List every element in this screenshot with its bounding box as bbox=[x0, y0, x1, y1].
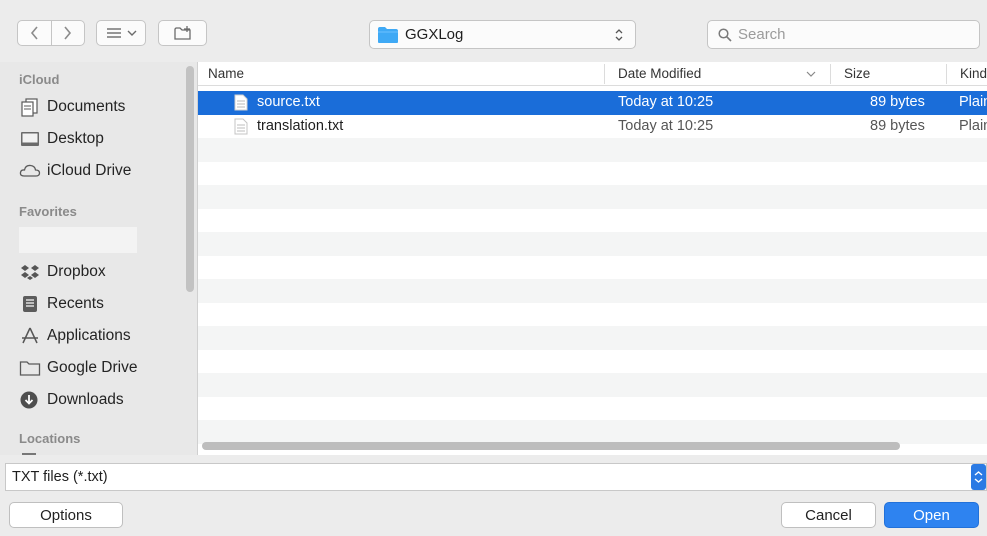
list-view-icon bbox=[106, 28, 121, 38]
desktop-icon bbox=[21, 132, 39, 146]
updown-arrows-icon bbox=[974, 471, 983, 483]
options-button[interactable]: Options bbox=[9, 502, 123, 528]
view-options-button[interactable] bbox=[96, 20, 146, 46]
cancel-button[interactable]: Cancel bbox=[781, 502, 876, 528]
new-folder-button[interactable] bbox=[158, 20, 207, 46]
location-popup[interactable]: GGXLog bbox=[369, 20, 636, 49]
sidebar-item-label: Desktop bbox=[47, 130, 104, 147]
sidebar-item-label: Applications bbox=[47, 327, 131, 344]
search-placeholder: Search bbox=[738, 26, 786, 43]
documents-icon bbox=[21, 98, 38, 117]
column-kind[interactable]: Kind bbox=[960, 66, 987, 81]
file-date: Today at 10:25 bbox=[618, 117, 714, 134]
empty-row bbox=[198, 138, 987, 162]
horizontal-scrollbar[interactable] bbox=[202, 442, 900, 450]
sidebar-item-label: Documents bbox=[47, 98, 126, 115]
sidebar-item-label: iCloud Drive bbox=[47, 162, 132, 179]
file-name: source.txt bbox=[257, 94, 320, 110]
forward-button[interactable] bbox=[51, 21, 84, 45]
sidebar-item-dropbox[interactable]: Dropbox bbox=[19, 259, 106, 285]
back-button[interactable] bbox=[18, 21, 51, 45]
sidebar: iCloud Documents Desktop iCloud Drive Fa… bbox=[0, 62, 198, 455]
file-row[interactable]: source.txt Today at 10:25 89 bytes Plain bbox=[198, 91, 987, 115]
empty-row bbox=[198, 420, 987, 444]
sidebar-heading-locations: Locations bbox=[19, 431, 81, 446]
new-folder-icon bbox=[173, 26, 191, 40]
file-type-value: TXT files (*.txt) bbox=[12, 469, 108, 485]
column-divider[interactable] bbox=[604, 64, 605, 84]
search-field[interactable]: Search bbox=[707, 20, 980, 49]
column-header: Name Date Modified Size Kind bbox=[198, 62, 987, 86]
chevron-down-icon bbox=[127, 30, 136, 36]
column-divider[interactable] bbox=[830, 64, 831, 84]
sidebar-heading-icloud: iCloud bbox=[19, 72, 60, 87]
file-size: 89 bytes bbox=[870, 94, 925, 110]
file-type-select[interactable]: TXT files (*.txt) bbox=[5, 463, 987, 491]
location-item-partial bbox=[22, 453, 36, 455]
folder-icon bbox=[378, 27, 398, 43]
recents-icon bbox=[23, 296, 37, 312]
file-kind: Plain bbox=[959, 117, 987, 134]
file-type-stepper[interactable] bbox=[971, 464, 986, 490]
empty-row bbox=[198, 232, 987, 256]
sidebar-item-documents[interactable]: Documents bbox=[19, 94, 125, 120]
column-name[interactable]: Name bbox=[208, 66, 244, 81]
text-file-icon bbox=[234, 94, 248, 111]
column-divider[interactable] bbox=[946, 64, 947, 84]
file-name: translation.txt bbox=[257, 117, 344, 134]
back-forward-control bbox=[17, 20, 85, 46]
sort-chevron-icon bbox=[806, 71, 816, 77]
sidebar-item-recents[interactable]: Recents bbox=[19, 291, 104, 317]
cloud-icon bbox=[19, 164, 41, 177]
location-label: GGXLog bbox=[405, 26, 464, 43]
sidebar-item-label: Google Drive bbox=[47, 359, 138, 376]
sidebar-heading-favorites: Favorites bbox=[19, 204, 77, 219]
downloads-icon bbox=[20, 391, 38, 409]
column-size[interactable]: Size bbox=[844, 66, 870, 81]
sidebar-item-label: Downloads bbox=[47, 391, 124, 408]
file-list: Name Date Modified Size Kind source.txt … bbox=[198, 62, 987, 455]
empty-row bbox=[198, 185, 987, 209]
sidebar-item-label: Recents bbox=[47, 295, 104, 312]
sidebar-scrollbar[interactable] bbox=[186, 66, 194, 292]
updown-arrows-icon bbox=[615, 29, 623, 41]
sidebar-blank-item[interactable] bbox=[19, 227, 137, 253]
applications-icon bbox=[22, 327, 38, 344]
file-row[interactable]: translation.txt Today at 10:25 89 bytes … bbox=[198, 115, 987, 139]
open-button[interactable]: Open bbox=[884, 502, 979, 528]
empty-row bbox=[198, 279, 987, 303]
folder-icon bbox=[19, 361, 41, 376]
text-file-icon bbox=[234, 118, 248, 134]
chevron-right-icon bbox=[64, 26, 72, 40]
sidebar-item-label: Dropbox bbox=[47, 263, 106, 280]
file-size: 89 bytes bbox=[870, 117, 925, 134]
file-date: Today at 10:25 bbox=[618, 94, 714, 110]
dropbox-icon bbox=[21, 265, 39, 280]
sidebar-item-applications[interactable]: Applications bbox=[19, 323, 131, 349]
sidebar-item-desktop[interactable]: Desktop bbox=[19, 126, 104, 152]
column-date-modified[interactable]: Date Modified bbox=[618, 66, 701, 81]
toolbar: GGXLog Search bbox=[0, 0, 987, 62]
search-icon bbox=[718, 28, 732, 42]
chevron-left-icon bbox=[30, 26, 38, 40]
empty-row bbox=[198, 373, 987, 397]
empty-row bbox=[198, 326, 987, 350]
sidebar-item-downloads[interactable]: Downloads bbox=[19, 387, 124, 413]
sidebar-item-google-drive[interactable]: Google Drive bbox=[19, 355, 137, 381]
file-kind: Plain bbox=[959, 94, 987, 110]
sidebar-item-icloud-drive[interactable]: iCloud Drive bbox=[19, 158, 131, 184]
